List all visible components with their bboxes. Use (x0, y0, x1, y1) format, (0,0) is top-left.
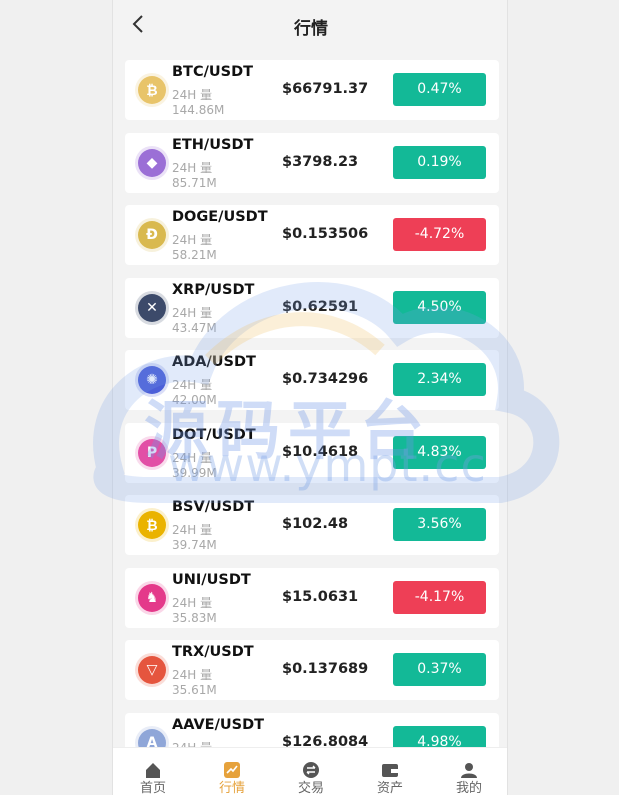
volume-value: 85.71M (172, 175, 217, 190)
page-title: 行情 (294, 19, 328, 39)
volume-value: 39.99M (172, 465, 217, 480)
background-left (0, 0, 112, 795)
volume-label: 24H 量 (172, 523, 213, 537)
price: $0.734296 (282, 371, 369, 387)
volume-label: 24H 量 (172, 595, 213, 610)
market-row[interactable]: ✺ ADA/USDT 24H 量 42.00M $0.734296 2.34% (125, 350, 499, 410)
pair-name: AAVE/USDT (172, 716, 265, 733)
market-row[interactable]: ₿ BTC/USDT 24H 量 144.86M $66791.37 0.47% (125, 60, 499, 120)
volume-value: 42.00M (172, 393, 217, 407)
cardano-icon: ✺ (138, 366, 166, 394)
volume-label: 24H 量 (172, 378, 213, 392)
market-row[interactable]: P DOT/USDT 24H 量 39.99M $10.4618 4.83% (125, 422, 499, 483)
volume-label: 24H 量 (172, 88, 213, 102)
bitcoin-icon: ₿ (138, 76, 166, 104)
change-badge[interactable]: 0.19% (393, 145, 486, 179)
pair-name: ETH/USDT (172, 136, 254, 153)
volume-value: 43.47M (172, 320, 217, 335)
volume-value: 35.83M (172, 610, 217, 625)
volume-label: 24H 量 (172, 160, 213, 175)
tab-label: 交易 (297, 781, 324, 795)
market-row[interactable]: ₿ BSV/USDT 24H 量 39.74M $102.48 3.56% (125, 495, 499, 555)
tab-chart[interactable]: 行情 (192, 748, 272, 795)
tab-user[interactable]: 我的 (429, 748, 507, 795)
market-row[interactable]: ◆ ETH/USDT 24H 量 85.71M $3798.23 0.19% (125, 132, 499, 193)
header-bar: 行情 (113, 0, 507, 50)
price: $66791.37 (282, 81, 369, 97)
bitcoin-sv-icon: ₿ (138, 511, 166, 539)
price: $15.0631 (282, 588, 359, 605)
change-badge[interactable]: -4.72% (393, 218, 486, 251)
price: $0.137689 (282, 661, 369, 677)
pair-name: XRP/USDT (172, 281, 255, 298)
pair-name: ADA/USDT (172, 354, 256, 370)
bottom-tab-bar: 首页 行情 交易 资产 我的 (113, 747, 507, 795)
change-badge[interactable]: 4.83% (393, 435, 486, 469)
background-right (508, 0, 619, 795)
market-list: ₿ BTC/USDT 24H 量 144.86M $66791.37 0.47%… (125, 60, 499, 785)
change-badge[interactable]: 2.34% (393, 363, 486, 396)
uniswap-icon: ♞ (138, 583, 166, 612)
market-row[interactable]: ✕ XRP/USDT 24H 量 43.47M $0.62591 4.50% (125, 277, 499, 338)
polkadot-icon: P (138, 438, 166, 467)
tab-label: 首页 (139, 781, 166, 795)
volume-value: 35.61M (172, 683, 217, 697)
volume-label: 24H 量 (172, 233, 213, 247)
volume-value: 58.21M (172, 248, 217, 262)
tab-label: 资产 (376, 781, 403, 795)
price: $0.62591 (282, 298, 359, 315)
change-badge[interactable]: 0.47% (393, 73, 486, 106)
market-row[interactable]: Ð DOGE/USDT 24H 量 58.21M $0.153506 -4.72… (125, 205, 499, 265)
volume-value: 144.86M (172, 103, 225, 117)
ripple-icon: ✕ (138, 293, 166, 322)
change-badge[interactable]: 3.56% (393, 508, 486, 541)
tab-trade[interactable]: 交易 (271, 748, 351, 795)
volume-label: 24H 量 (172, 668, 213, 682)
volume-value: 39.74M (172, 538, 217, 552)
price: $3798.23 (282, 153, 359, 170)
pair-name: DOT/USDT (172, 426, 256, 443)
app-screen: 行情 ₿ BTC/USDT 24H 量 144.86M $66791.37 0.… (112, 0, 508, 795)
market-row[interactable]: ♞ UNI/USDT 24H 量 35.83M $15.0631 -4.17% (125, 567, 499, 628)
pair-name: BSV/USDT (172, 499, 255, 515)
change-badge[interactable]: 4.50% (393, 290, 486, 324)
tab-label: 我的 (455, 781, 482, 795)
change-badge[interactable]: -4.17% (393, 580, 486, 614)
market-row[interactable]: ▽ TRX/USDT 24H 量 35.61M $0.137689 0.37% (125, 640, 499, 700)
pair-name: BTC/USDT (172, 64, 254, 80)
volume-label: 24H 量 (172, 450, 213, 465)
price: $10.4618 (282, 443, 359, 460)
tab-label: 行情 (218, 781, 245, 795)
pair-name: DOGE/USDT (172, 209, 268, 225)
tab-wallet[interactable]: 资产 (350, 748, 430, 795)
tron-icon: ▽ (138, 656, 166, 684)
price: $0.153506 (282, 226, 369, 242)
pair-name: TRX/USDT (172, 644, 254, 660)
ethereum-icon: ◆ (138, 148, 166, 177)
volume-label: 24H 量 (172, 305, 213, 320)
change-badge[interactable]: 0.37% (393, 653, 486, 686)
dogecoin-icon: Ð (138, 221, 166, 249)
tab-home[interactable]: 首页 (113, 748, 193, 795)
price: $102.48 (282, 516, 349, 532)
pair-name: UNI/USDT (172, 571, 251, 588)
